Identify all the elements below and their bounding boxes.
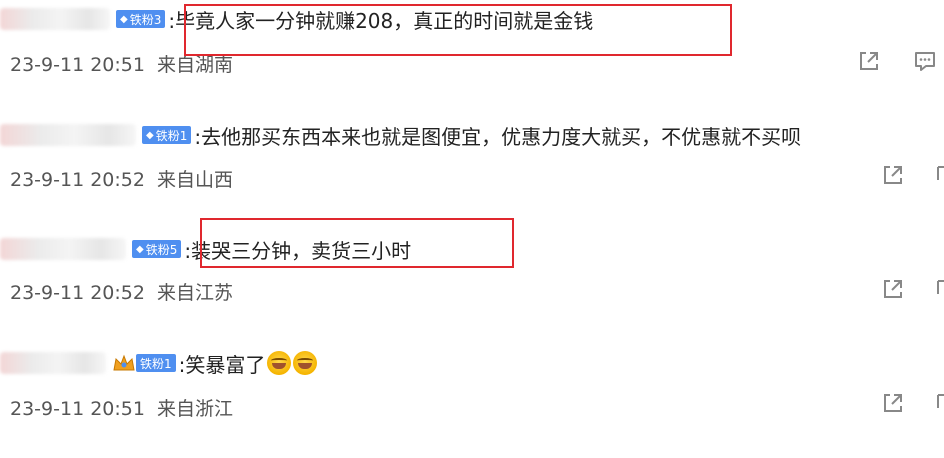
comment-date: 23-9-11 20:52 bbox=[10, 169, 145, 191]
share-icon[interactable] bbox=[856, 48, 882, 74]
comment-meta: 23-9-11 20:52 来自江苏 bbox=[10, 278, 239, 305]
laughing-tears-emoji bbox=[293, 351, 318, 375]
fan-badge: ◆ 铁粉5 bbox=[132, 240, 182, 258]
highlight-box bbox=[200, 218, 514, 268]
comment-location: 来自湖南 bbox=[157, 54, 234, 76]
comment-date: 23-9-11 20:51 bbox=[10, 54, 145, 76]
comment-location: 来自浙江 bbox=[157, 398, 234, 420]
comment-icon[interactable] bbox=[934, 390, 944, 416]
fan-badge: ◆ 铁粉1 bbox=[142, 126, 192, 144]
diamond-icon: ◆ bbox=[146, 129, 154, 141]
comment-icon[interactable] bbox=[912, 48, 938, 74]
username-blurred[interactable] bbox=[0, 238, 126, 260]
comment-date: 23-9-11 20:51 bbox=[10, 398, 145, 420]
username-blurred[interactable] bbox=[0, 124, 136, 146]
username-blurred[interactable] bbox=[0, 352, 106, 374]
crown-icon bbox=[112, 354, 136, 372]
fan-badge-label: 铁粉3 bbox=[129, 12, 162, 27]
comment-icon[interactable] bbox=[934, 276, 944, 302]
comment-location: 来自江苏 bbox=[157, 282, 234, 304]
comment-date: 23-9-11 20:52 bbox=[10, 282, 145, 304]
comment-text: :去他那买东西本来也就是图便宜，优惠力度大就买，不优惠就不买呗 bbox=[194, 124, 802, 149]
diamond-icon: ◆ bbox=[136, 243, 144, 255]
diamond-icon: ◆ bbox=[120, 13, 128, 25]
username-blurred[interactable] bbox=[0, 8, 110, 30]
comment-icon[interactable] bbox=[934, 162, 944, 188]
comment-location: 来自山西 bbox=[157, 169, 234, 191]
comment-meta: 23-9-11 20:52 来自山西 bbox=[10, 165, 239, 192]
share-icon[interactable] bbox=[880, 390, 906, 416]
laughing-tears-emoji bbox=[267, 351, 292, 375]
share-icon[interactable] bbox=[880, 162, 906, 188]
highlight-box bbox=[184, 4, 732, 56]
fan-badge: 铁粉1 bbox=[136, 354, 176, 372]
comment-meta: 23-9-11 20:51 来自浙江 bbox=[10, 394, 239, 421]
share-icon[interactable] bbox=[880, 276, 906, 302]
comment-item: ◆ 铁粉1 :去他那买东西本来也就是图便宜，优惠力度大就买，不优惠就不买呗 23… bbox=[0, 118, 944, 228]
comment-item: 铁粉1 :笑暴富了 23-9-11 20:51 来自浙江 bbox=[0, 348, 944, 458]
fan-badge-label: 铁粉5 bbox=[145, 242, 178, 257]
fan-badge-label: 铁粉1 bbox=[155, 128, 188, 143]
fan-badge: ◆ 铁粉3 bbox=[116, 10, 166, 28]
comment-text: :笑暴富了 bbox=[178, 352, 266, 377]
fan-badge-label: 铁粉1 bbox=[140, 356, 172, 371]
